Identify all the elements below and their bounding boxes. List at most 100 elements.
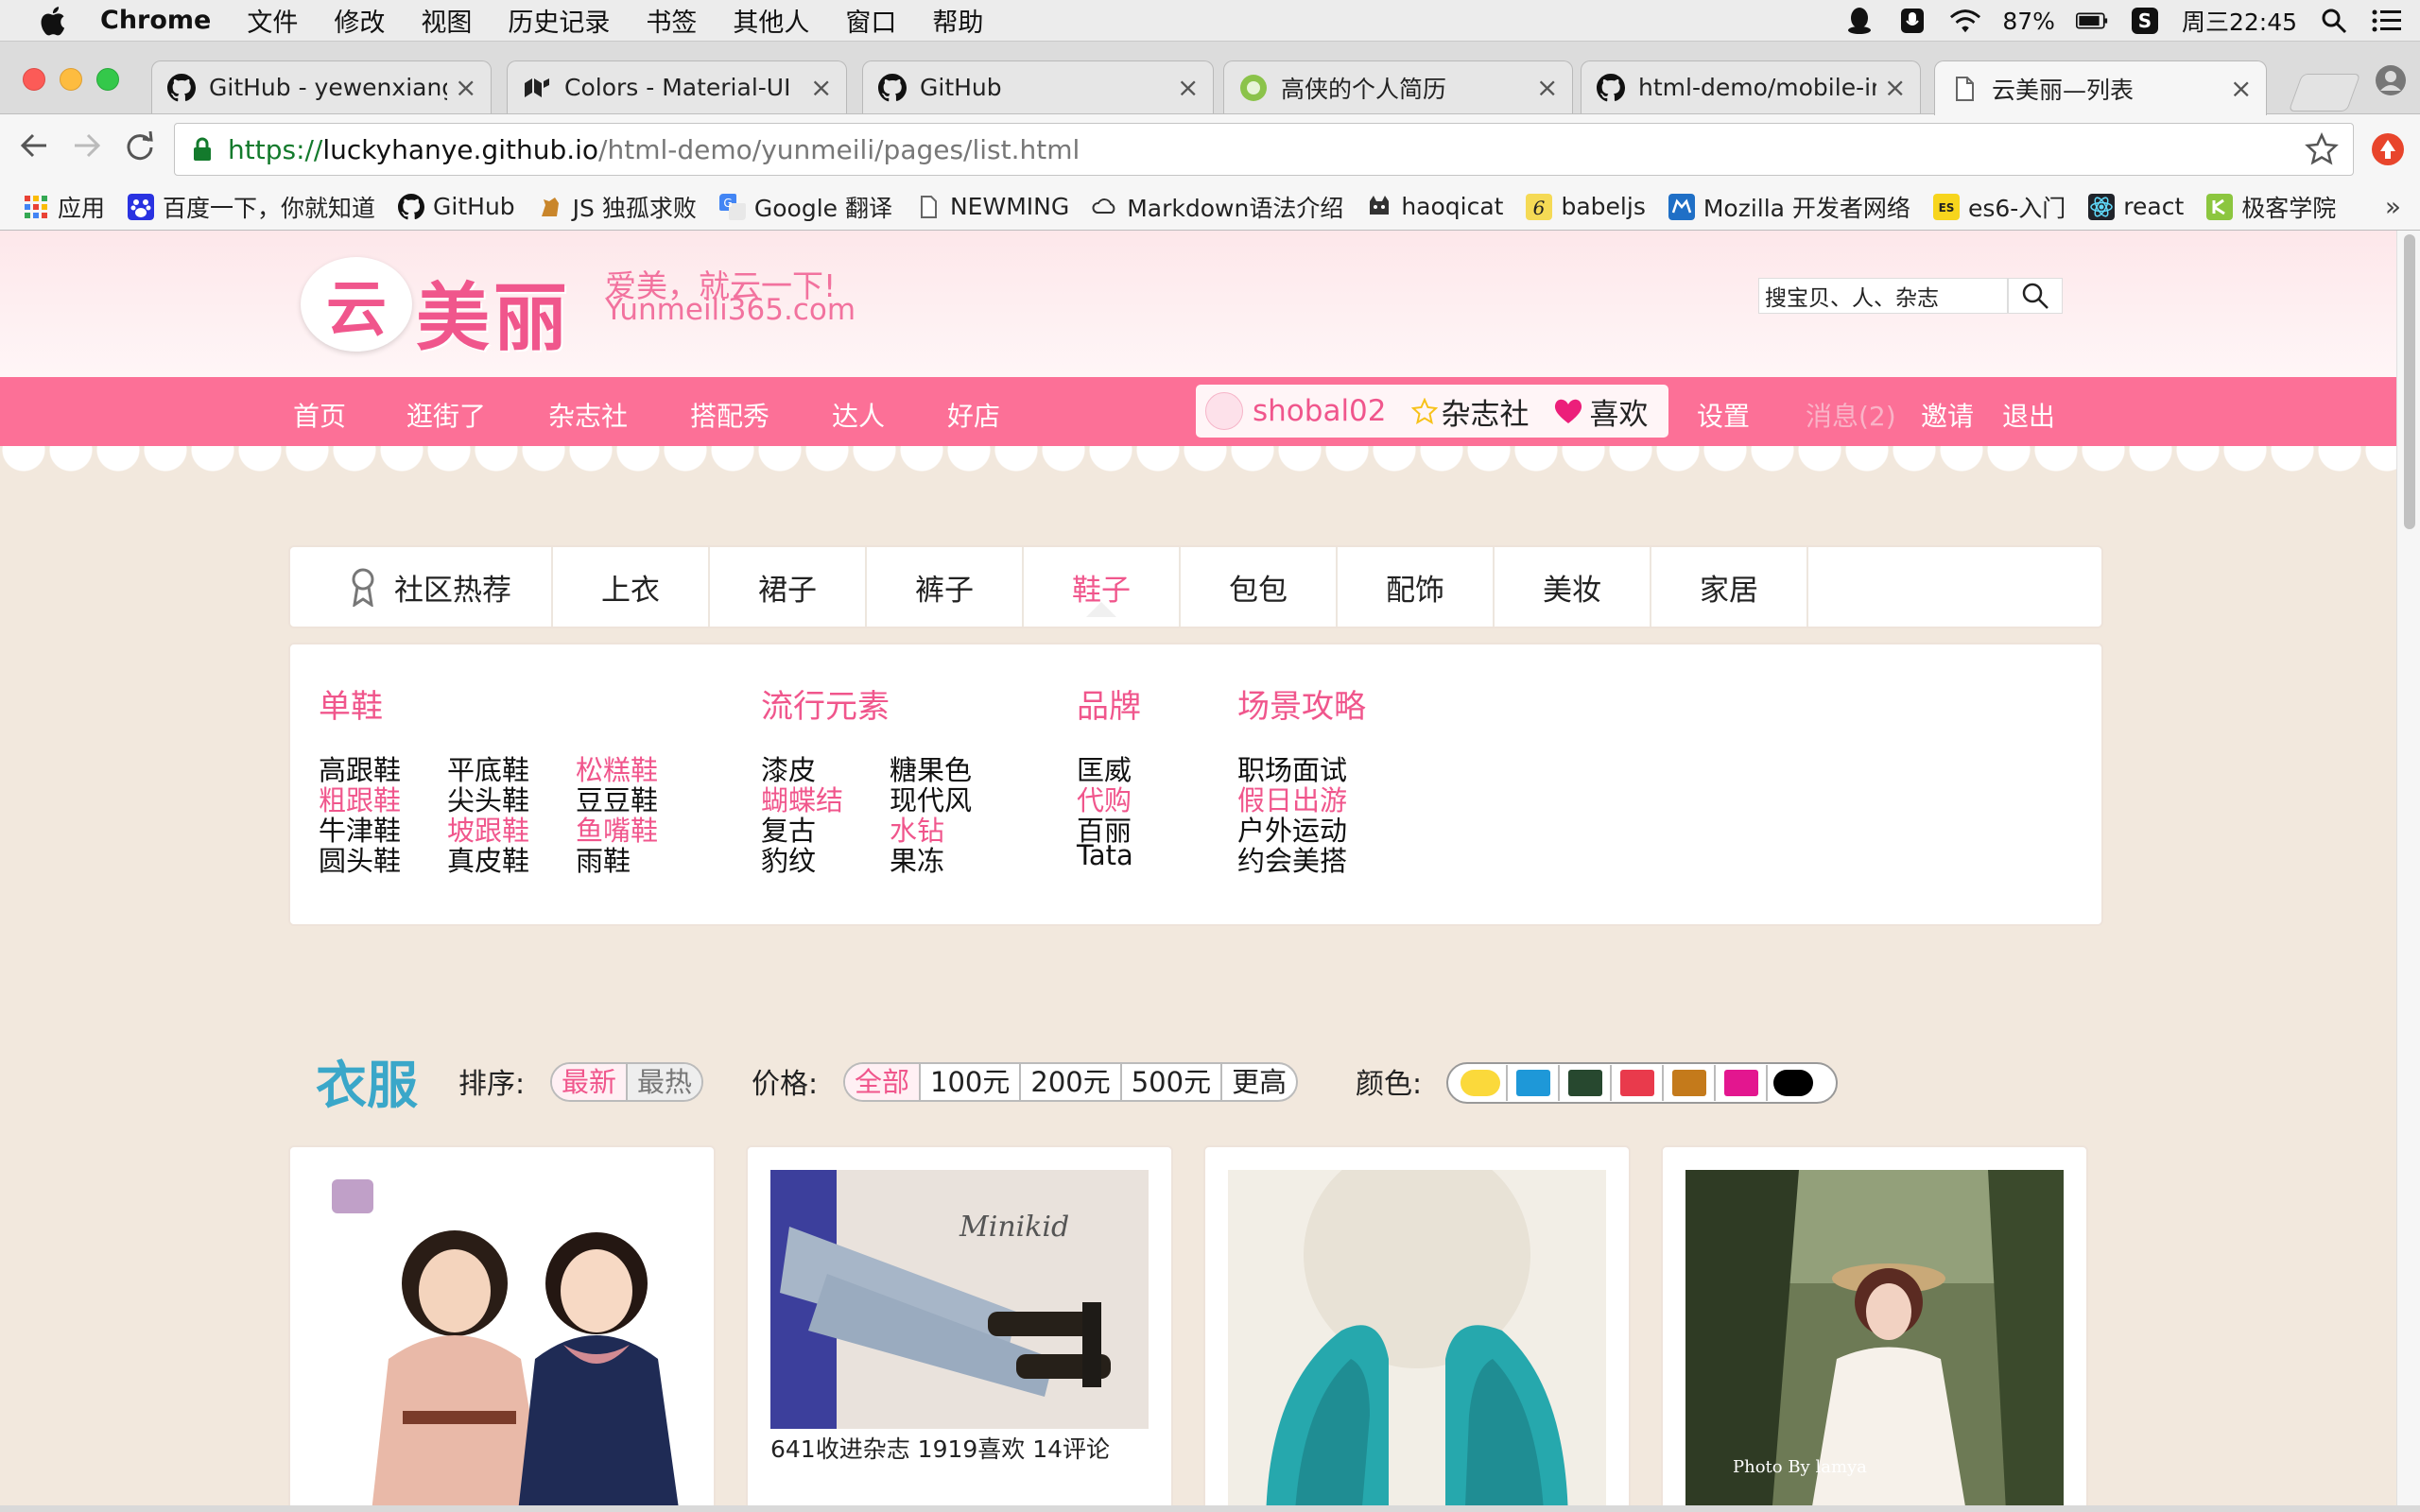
product-image-girl-hat[interactable]: Photo By lamya [1685,1170,2064,1505]
menu-people[interactable]: 其他人 [733,2,809,39]
product-image-jeans-sandals[interactable]: Minikid [770,1170,1149,1429]
color-swatch-red[interactable] [1610,1065,1662,1101]
subcat-link[interactable]: 雨鞋 [576,839,631,879]
qq-icon[interactable] [1843,6,1876,36]
subcat-title-trends[interactable]: 流行元素 [761,680,890,727]
sort-hottest-option[interactable]: 最热 [626,1064,702,1100]
tab-close-icon[interactable]: × [455,72,476,103]
bookmark-babeljs[interactable]: 6 babeljs [1526,193,1646,220]
notification-center-icon[interactable] [2371,6,2403,36]
logo-bubble[interactable]: 云 [301,257,412,352]
bookmark-js-dugu[interactable]: JS 独孤求败 [538,190,697,224]
sort-newest-option[interactable]: 最新 [552,1064,627,1100]
tab-close-icon[interactable]: × [1536,72,1558,103]
scrollbar-thumb[interactable] [2404,234,2415,529]
forward-button[interactable] [68,129,106,167]
bookmark-es6[interactable]: ES es6-入门 [1932,190,2066,224]
product-card[interactable] [1203,1145,1631,1505]
category-pants[interactable]: 裤子 [867,547,1024,627]
subcat-link[interactable]: 真皮鞋 [447,839,529,879]
apple-icon[interactable] [38,5,66,37]
tab-yunmeili-list[interactable]: 云美丽—列表 × [1934,60,2267,115]
bookmark-baidu[interactable]: 百度一下，你就知道 [128,190,375,224]
category-skirts[interactable]: 裙子 [710,547,867,627]
price-option-200[interactable]: 200元 [1019,1064,1119,1100]
tab-github-yewenxiang[interactable]: GitHub - yewenxiang23 × [151,60,492,113]
subcat-link[interactable]: 约会美搭 [1237,839,1347,879]
color-swatch-blue[interactable] [1506,1065,1558,1101]
category-accessories[interactable]: 配饰 [1338,547,1495,627]
nav-home[interactable]: 首页 [293,396,346,434]
category-beauty[interactable]: 美妆 [1495,547,1651,627]
menu-app-name[interactable]: Chrome [100,6,211,35]
site-search-button[interactable] [2008,278,2063,314]
spotlight-search-icon[interactable] [2318,6,2350,36]
wifi-icon[interactable] [1949,6,1981,36]
zoom-window-button[interactable] [96,68,119,91]
my-magazine-link[interactable]: 杂志社 [1442,390,1530,433]
bookmark-newming[interactable]: NEWMING [915,193,1069,220]
username[interactable]: shobal02 [1253,394,1387,428]
reload-button[interactable] [121,129,159,167]
address-bar[interactable]: https://luckyhanye.github.io/html-demo/y… [174,123,2354,176]
product-image-teal-flats[interactable] [1228,1170,1606,1505]
tab-close-icon[interactable]: × [2230,73,2252,104]
color-swatch-magenta[interactable] [1714,1065,1766,1101]
battery-icon[interactable] [2075,6,2108,36]
subcat-link[interactable]: 圆头鞋 [319,839,401,879]
nav-invite[interactable]: 邀请 [1921,396,1974,434]
new-tab-button[interactable] [2288,74,2361,112]
color-swatch-dark-green[interactable] [1558,1065,1610,1101]
nav-settings[interactable]: 设置 [1697,396,1750,434]
bookmark-star-icon[interactable] [2304,131,2340,167]
category-recommended[interactable]: 社区热荐 [309,547,553,627]
subcat-title-scenes[interactable]: 场景攻略 [1237,680,1366,727]
bookmark-markdown[interactable]: Markdown语法介绍 [1092,190,1343,224]
menu-bookmarks[interactable]: 书签 [646,2,697,39]
page-scrollbar[interactable] [2396,231,2420,1505]
subcat-title-brands[interactable]: 品牌 [1077,680,1141,727]
category-bags[interactable]: 包包 [1181,547,1338,627]
product-card[interactable] [288,1145,716,1505]
menu-file[interactable]: 文件 [247,2,298,39]
clock[interactable]: 周三22:45 [2182,4,2297,38]
tab-close-icon[interactable]: × [1884,72,1906,103]
sougou-input-icon[interactable]: S [2129,6,2161,36]
logo-text[interactable]: 美丽 [416,259,571,365]
product-card[interactable]: Minikid 641收进杂志 1919喜欢 14评论 [746,1145,1173,1505]
nav-magazine[interactable]: 杂志社 [548,396,628,434]
color-swatch-brown[interactable] [1662,1065,1714,1101]
avatar[interactable] [1205,392,1243,430]
price-option-higher[interactable]: 更高 [1220,1064,1296,1100]
price-option-all[interactable]: 全部 [845,1064,920,1100]
tab-resume[interactable]: 高侠的个人简历 × [1223,60,1573,113]
tab-close-icon[interactable]: × [1177,72,1199,103]
dictation-icon[interactable] [1896,6,1928,36]
bookmark-apps[interactable]: 应用 [23,190,105,224]
nav-messages[interactable]: 消息(2) [1806,396,1896,434]
tab-close-icon[interactable]: × [810,72,832,103]
product-image-girls[interactable] [313,1170,691,1505]
product-card[interactable]: Photo By lamya [1661,1145,2088,1505]
menu-window[interactable]: 窗口 [845,2,896,39]
bookmark-jikexueyuan[interactable]: 极客学院 [2206,190,2336,224]
bookmark-github[interactable]: GitHub [398,193,515,220]
price-option-100[interactable]: 100元 [919,1064,1019,1100]
subcat-link[interactable]: 果冻 [890,839,944,879]
tab-github[interactable]: GitHub × [862,60,1214,113]
price-option-500[interactable]: 500元 [1119,1064,1220,1100]
bookmarks-overflow-button[interactable]: » [2385,191,2401,222]
subcat-link[interactable]: Tata [1077,839,1133,871]
category-tops[interactable]: 上衣 [553,547,710,627]
nav-shopping[interactable]: 逛街了 [406,396,486,434]
close-window-button[interactable] [23,68,45,91]
site-search-input[interactable] [1758,278,2008,314]
category-shoes[interactable]: 鞋子 [1024,547,1181,627]
nav-outfits[interactable]: 搭配秀 [690,396,769,434]
color-swatch-yellow[interactable] [1454,1065,1506,1101]
subcat-title-single-shoes[interactable]: 单鞋 [319,680,383,727]
menu-help[interactable]: 帮助 [932,2,983,39]
bookmark-react[interactable]: react [2088,193,2184,220]
back-button[interactable] [15,129,53,167]
subcat-link[interactable]: 豹纹 [761,839,816,879]
